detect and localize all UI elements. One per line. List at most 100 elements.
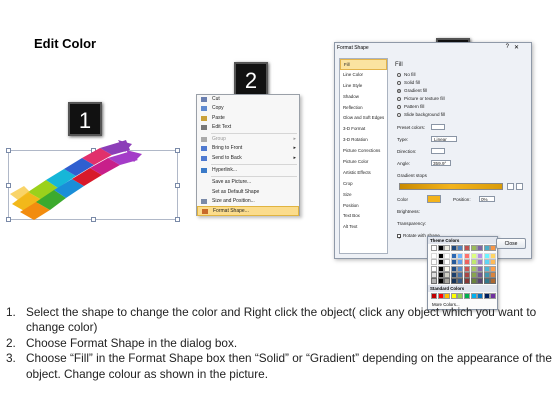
color-swatch[interactable] [437, 293, 444, 299]
category-item[interactable]: Artistic Effects [340, 168, 387, 179]
color-swatch[interactable] [490, 278, 497, 284]
direction-dropdown[interactable] [431, 148, 445, 154]
menu-item-cut[interactable]: Cut [197, 95, 299, 104]
fill-option-radio[interactable]: Solid fill [397, 79, 420, 86]
color-swatch[interactable] [444, 293, 451, 299]
color-swatch[interactable] [457, 271, 464, 278]
color-swatch[interactable] [477, 265, 484, 272]
fill-option-radio[interactable]: Pattern fill [397, 103, 424, 110]
color-swatch[interactable] [457, 245, 464, 251]
menu-item-format-shape[interactable]: Format Shape... [197, 206, 299, 216]
color-swatch[interactable] [464, 245, 470, 251]
fill-option-radio[interactable]: Picture or texture fill [397, 95, 445, 102]
color-swatch[interactable] [470, 259, 477, 266]
fill-option-radio[interactable]: Gradient fill [397, 87, 427, 94]
category-item[interactable]: Line Style [340, 81, 387, 92]
color-swatch[interactable] [470, 278, 477, 284]
color-swatch[interactable] [450, 265, 457, 272]
color-swatch[interactable] [477, 245, 484, 251]
color-swatch[interactable] [437, 259, 444, 266]
category-item[interactable]: 3-D Format [340, 124, 387, 135]
staircase-arrows-graphic[interactable] [8, 140, 178, 220]
color-swatch[interactable] [457, 265, 464, 272]
color-swatch[interactable] [483, 253, 490, 260]
color-swatch[interactable] [477, 278, 484, 284]
add-stop-button[interactable] [507, 183, 514, 190]
color-swatch[interactable] [450, 253, 457, 260]
color-swatch[interactable] [490, 265, 497, 272]
color-swatch[interactable] [464, 253, 470, 260]
color-swatch[interactable] [431, 253, 437, 260]
type-dropdown[interactable]: Linear [431, 136, 457, 142]
color-swatch[interactable] [437, 271, 444, 278]
angle-input[interactable]: 359.9° [431, 160, 451, 166]
category-item[interactable]: Alt Text [340, 222, 387, 233]
color-swatch[interactable] [444, 259, 451, 266]
remove-stop-button[interactable] [516, 183, 523, 190]
color-swatch[interactable] [444, 253, 451, 260]
color-swatch[interactable] [477, 293, 484, 299]
color-swatch[interactable] [450, 271, 457, 278]
category-item[interactable]: Reflection [340, 103, 387, 114]
menu-item-group[interactable]: Group ▸ [197, 135, 299, 144]
menu-item-bring-to-front[interactable]: Bring to Front ▸ [197, 144, 299, 153]
color-swatch[interactable] [444, 245, 451, 251]
fill-option-radio[interactable]: Slide background fill [397, 111, 445, 118]
category-item[interactable]: Picture Corrections [340, 146, 387, 157]
category-item[interactable]: Shadow [340, 92, 387, 103]
help-icon[interactable]: ? [506, 44, 509, 50]
preset-colors-dropdown[interactable] [431, 124, 445, 130]
color-swatch[interactable] [483, 265, 490, 272]
position-input[interactable]: 0% [479, 196, 495, 202]
menu-item-save-as-picture[interactable]: Save as Picture... [197, 178, 299, 187]
color-swatch[interactable] [431, 265, 437, 272]
gradient-stops-bar[interactable] [399, 183, 503, 190]
color-swatch[interactable] [470, 293, 477, 299]
fill-option-radio[interactable]: No fill [397, 71, 416, 78]
close-icon[interactable]: ✕ [514, 44, 519, 51]
color-swatch[interactable] [450, 259, 457, 266]
color-swatch[interactable] [483, 278, 490, 284]
color-swatch[interactable] [431, 259, 437, 266]
color-swatch[interactable] [464, 278, 470, 284]
color-swatch[interactable] [464, 265, 470, 272]
color-swatch[interactable] [457, 259, 464, 266]
menu-item-set-as-default-shape[interactable]: Set as Default Shape [197, 188, 299, 197]
color-swatch[interactable] [450, 278, 457, 284]
color-swatch[interactable] [450, 245, 457, 251]
menu-item-paste[interactable]: Paste [197, 114, 299, 123]
color-swatch[interactable] [431, 293, 437, 299]
color-swatch[interactable] [437, 253, 444, 260]
color-swatch[interactable] [457, 253, 464, 260]
color-swatch[interactable] [483, 259, 490, 266]
color-swatch[interactable] [457, 278, 464, 284]
color-swatch[interactable] [470, 245, 477, 251]
color-swatch[interactable] [470, 271, 477, 278]
color-swatch[interactable] [470, 253, 477, 260]
color-swatch[interactable] [483, 245, 490, 251]
menu-item-size-and-position[interactable]: Size and Position... [197, 197, 299, 206]
color-swatch[interactable] [444, 265, 451, 272]
color-swatch[interactable] [437, 278, 444, 284]
color-swatch[interactable] [477, 271, 484, 278]
color-swatch[interactable] [444, 271, 451, 278]
color-swatch[interactable] [477, 253, 484, 260]
menu-item-edit-text[interactable]: Edit Text [197, 123, 299, 132]
category-item[interactable]: Line Color [340, 70, 387, 81]
color-swatch[interactable] [437, 265, 444, 272]
color-swatch[interactable] [490, 293, 497, 299]
color-swatch[interactable] [444, 278, 451, 284]
color-swatch[interactable] [450, 293, 457, 299]
menu-item-copy[interactable]: Copy [197, 104, 299, 113]
color-swatch[interactable] [431, 271, 437, 278]
color-swatch[interactable] [483, 293, 490, 299]
menu-item-hyperlink[interactable]: Hyperlink... [197, 166, 299, 175]
color-swatch[interactable] [490, 253, 497, 260]
color-swatch[interactable] [464, 293, 470, 299]
category-item[interactable]: Crop [340, 179, 387, 190]
color-swatch[interactable] [490, 271, 497, 278]
color-picker-button[interactable] [427, 195, 441, 203]
category-item[interactable]: Size [340, 190, 387, 201]
category-item[interactable]: Fill [340, 59, 387, 70]
color-swatch[interactable] [437, 245, 444, 251]
